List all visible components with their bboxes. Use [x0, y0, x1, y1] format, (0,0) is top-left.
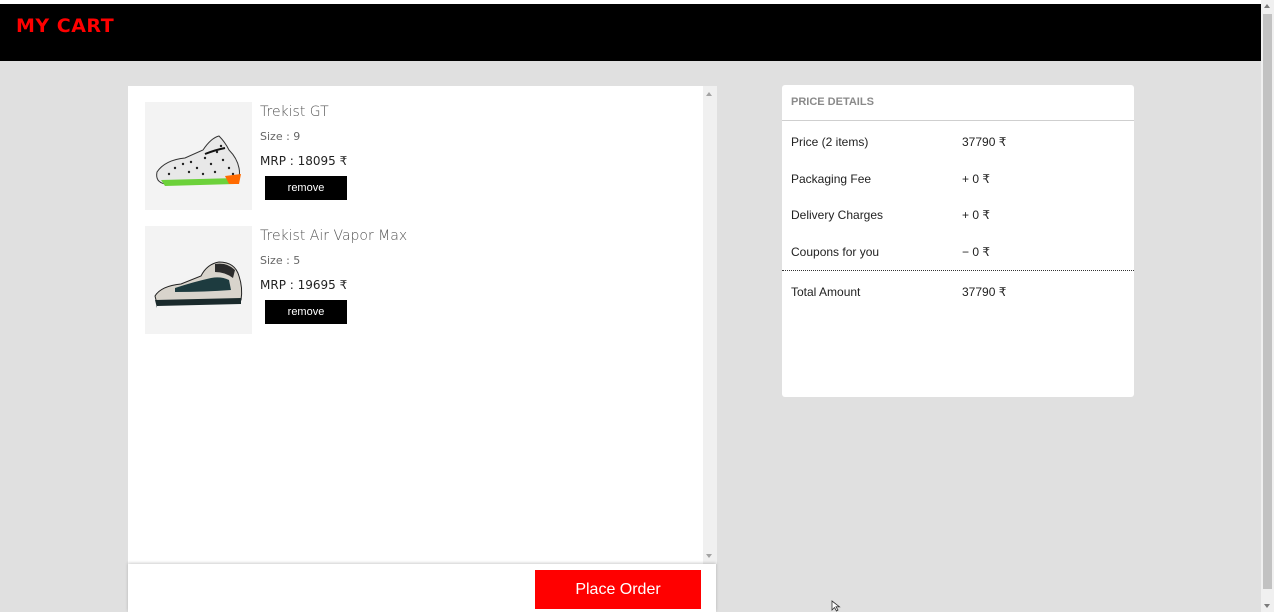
price-details-panel: PRICE DETAILS Price (2 items) 37790 ₹ Pa…	[782, 85, 1134, 397]
product-size: Size : 9	[260, 130, 301, 143]
total-divider	[782, 270, 1134, 271]
price-row-label: Delivery Charges	[791, 208, 884, 222]
cart-item: Trekist Air Vapor Max Size : 5 MRP : 196…	[145, 226, 545, 334]
page-scrollbar[interactable]	[1261, 0, 1274, 612]
scroll-up-icon[interactable]	[706, 92, 712, 96]
product-price: MRP : 18095 ₹	[260, 154, 348, 168]
total-label: Total Amount	[791, 285, 861, 299]
price-details-header: PRICE DETAILS	[782, 85, 1134, 121]
price-row-label: Packaging Fee	[791, 172, 872, 186]
price-row: Price (2 items) 37790 ₹	[782, 135, 1134, 155]
price-row-value: − 0 ₹	[962, 245, 990, 259]
place-order-button[interactable]: Place Order	[535, 570, 701, 609]
page-title: MY CART	[16, 15, 115, 37]
mouse-pointer-icon	[831, 600, 841, 612]
product-image[interactable]	[145, 102, 252, 210]
scroll-down-icon[interactable]	[1264, 604, 1270, 608]
price-row-value: 37790 ₹	[962, 135, 1007, 149]
price-row: Delivery Charges + 0 ₹	[782, 208, 1134, 228]
product-image[interactable]	[145, 226, 252, 334]
scrollbar-thumb[interactable]	[1263, 14, 1272, 589]
price-row-value: + 0 ₹	[962, 172, 990, 186]
shoe-gt-icon	[156, 135, 241, 186]
remove-button[interactable]: remove	[265, 300, 347, 324]
price-row-label: Price (2 items)	[791, 135, 869, 149]
product-name: Trekist GT	[260, 104, 329, 120]
price-row: Packaging Fee + 0 ₹	[782, 172, 1134, 192]
scroll-up-icon[interactable]	[1264, 4, 1270, 8]
price-row-value: + 0 ₹	[962, 208, 990, 222]
price-row: Coupons for you − 0 ₹	[782, 245, 1134, 265]
cart-scrollbar[interactable]	[703, 86, 717, 564]
product-size: Size : 5	[260, 254, 301, 267]
shoe-vapor-icon	[154, 261, 243, 310]
price-details-title: PRICE DETAILS	[791, 96, 874, 108]
header-bar: MY CART	[0, 4, 1261, 61]
price-row-label: Coupons for you	[791, 245, 880, 259]
product-name: Trekist Air Vapor Max	[260, 228, 408, 244]
scroll-down-icon[interactable]	[706, 554, 712, 558]
cart-item: Trekist GT Size : 9 MRP : 18095 ₹ remove	[145, 102, 545, 210]
remove-button[interactable]: remove	[265, 176, 347, 200]
total-value: 37790 ₹	[962, 285, 1007, 299]
product-price: MRP : 19695 ₹	[260, 278, 348, 292]
total-row: Total Amount 37790 ₹	[782, 285, 1134, 305]
